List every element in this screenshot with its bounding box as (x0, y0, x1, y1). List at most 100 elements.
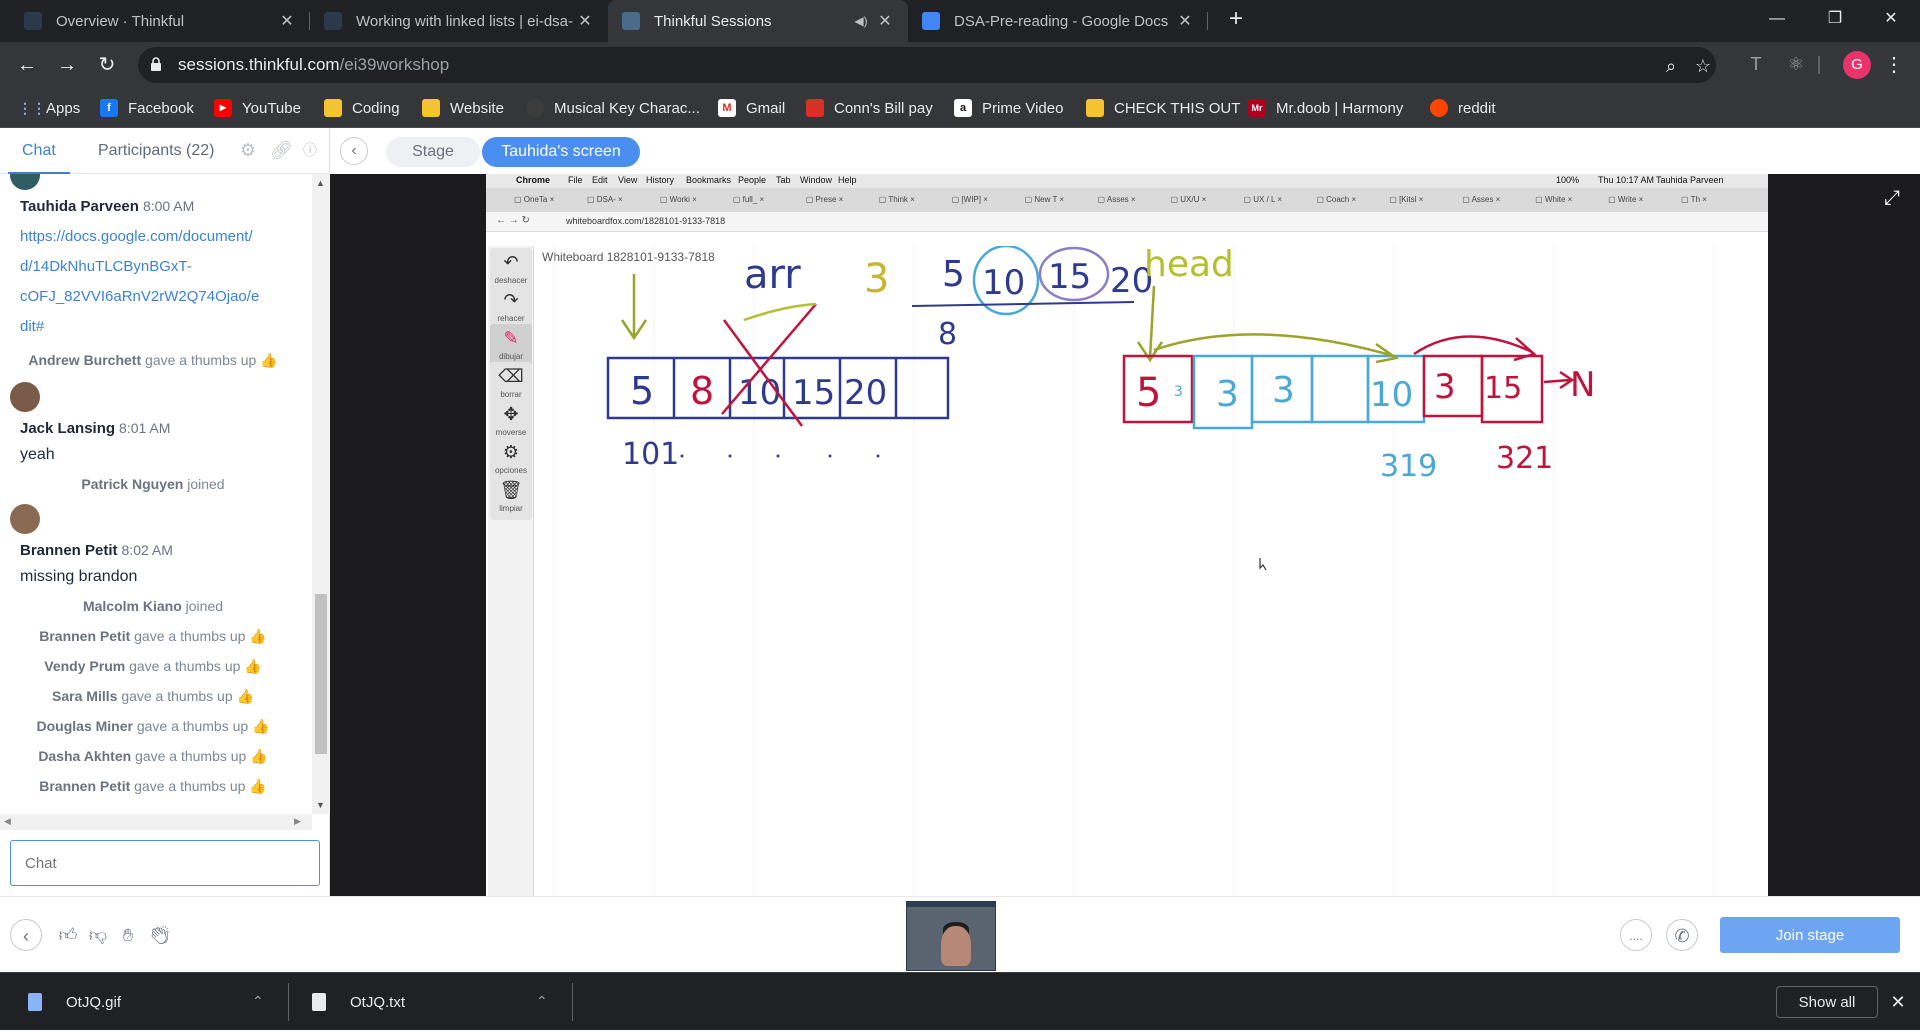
applause-icon[interactable]: 👏︎ (144, 919, 176, 951)
address-bar[interactable]: sessions.thinkful.com/ei39workshop ⌕ ☆ (138, 47, 1716, 83)
join-stage-button[interactable]: Join stage (1720, 917, 1900, 953)
scroll-up-icon[interactable]: ▲ (316, 178, 325, 188)
minimize-window-icon[interactable]: — (1748, 0, 1806, 38)
hw-value-10: 10 (982, 263, 1025, 303)
remote-tab: ▢ Think × (878, 195, 915, 204)
close-tab-icon[interactable]: ✕ (1176, 11, 1194, 31)
fullscreen-expand-icon[interactable]: ⤢ (1880, 186, 1904, 210)
profile-avatar[interactable]: G (1843, 51, 1871, 79)
chat-horizontal-scrollbar[interactable]: ◀ ▶ (0, 814, 312, 830)
bookmark-mrdoob-harmony[interactable]: Mr Mr.doob | Harmony (1248, 88, 1403, 128)
back-arrow-icon[interactable]: ← (12, 50, 42, 80)
react-extension-icon[interactable]: ⚛ (1784, 52, 1808, 76)
bookmark-apps[interactable]: ⋮⋮ Apps (18, 88, 80, 128)
chat-event: Brannen Petit gave a thumbs up 👍 (39, 778, 267, 794)
hw-value-5: 5 (942, 254, 965, 295)
menu-chrome: Chrome (516, 175, 551, 185)
thinkful-extension-icon[interactable]: T (1744, 52, 1768, 76)
browser-tab-linked-lists[interactable]: Working with linked lists | ei-dsa- ✕ (310, 0, 608, 42)
hw-array-cell-0: 5 (630, 369, 654, 413)
stage-tab-button[interactable]: Stage (386, 137, 480, 167)
scroll-down-icon[interactable]: ▼ (316, 800, 325, 810)
menu-window: Window (800, 175, 833, 185)
bookmark-musical-key[interactable]: Musical Key Charac... (526, 88, 700, 128)
close-tab-icon[interactable]: ✕ (576, 11, 594, 31)
zoom-magnifier-icon[interactable]: ⌕ (1660, 55, 1682, 77)
gear-icon: ⚙ (502, 442, 520, 462)
bookmark-check-this-out[interactable]: CHECK THIS OUT (1086, 88, 1240, 128)
bookmark-star-icon[interactable]: ☆ (1692, 55, 1714, 77)
chat-event: Vendy Prum gave a thumbs up 👍 (44, 658, 262, 674)
remote-address-bar: ← → ↻ whiteboardfox.com/1828101-9133-781… (486, 212, 1768, 232)
amazon-icon: a (954, 99, 972, 117)
tab-participants[interactable]: Participants (22) (98, 128, 215, 174)
download-item-gif[interactable]: OtJQ.gif ⌃ (28, 973, 268, 1031)
chevron-up-icon[interactable]: ⌃ (536, 993, 548, 1010)
scrollbar-thumb[interactable] (315, 594, 327, 754)
chevron-left-icon[interactable]: ‹ (10, 919, 42, 951)
presenter-video-thumbnail[interactable] (906, 901, 996, 971)
remote-tab-strip: ▢ OneTa × ▢ DSA- × ▢ Worki × ▢ full_ × ▢ Pre… (486, 188, 1768, 212)
gear-icon[interactable]: ⚙ (238, 140, 258, 160)
chat-tabs: Chat Participants (22) ⚙ 🔗︎ ⓘ (0, 128, 330, 174)
browser-tab-google-docs[interactable]: DSA-Pre-reading - Google Docs ✕ (908, 0, 1208, 42)
thumbs-up-icon[interactable]: 👍︎ (52, 919, 84, 951)
download-item-txt[interactable]: OtJQ.txt ⌃ (312, 973, 552, 1031)
apps-grid-icon: ⋮⋮ (18, 100, 46, 116)
bookmark-prime-video[interactable]: a Prime Video (954, 88, 1063, 128)
close-icon[interactable]: ✕ (1886, 986, 1910, 1018)
thumbs-down-icon[interactable]: 👎︎ (82, 919, 114, 951)
bookmark-conns-bill-pay[interactable]: Conn's Bill pay (806, 88, 933, 128)
bookmark-reddit[interactable]: reddit (1430, 88, 1496, 128)
chevron-left-icon[interactable]: ‹ (340, 137, 368, 165)
hw-node-head-value: 5 (1136, 370, 1161, 416)
bookmark-coding[interactable]: Coding (324, 88, 400, 128)
close-tab-icon[interactable]: ✕ (876, 11, 894, 31)
hw-addr-b: 321 (1496, 441, 1553, 476)
raise-hand-icon[interactable]: ✋︎ (112, 919, 144, 951)
remote-tab: ▢ Asses × (1097, 195, 1136, 204)
clear-tool-button[interactable]: 🗑︎ limpiar (490, 476, 532, 520)
message-link[interactable]: https://docs.google.com/document/ d/14Dk… (20, 222, 280, 342)
link-icon[interactable]: 🔗︎ (270, 140, 293, 160)
pencil-icon: ✎ (503, 328, 519, 348)
show-all-downloads-button[interactable]: Show all (1776, 986, 1878, 1018)
hw-value-15: 15 (1048, 257, 1091, 297)
avatar (10, 174, 40, 190)
reload-icon[interactable]: ↻ (92, 50, 122, 80)
scroll-left-icon[interactable]: ◀ (4, 816, 11, 827)
remote-nav-arrows-icon: ← → ↻ (496, 215, 530, 226)
browser-tab-thinkful-sessions[interactable]: Thinkful Sessions ◀) ✕ (608, 0, 908, 42)
close-tab-icon[interactable]: ✕ (278, 11, 296, 31)
chat-vertical-scrollbar[interactable]: ▲ ▼ (312, 174, 330, 814)
browser-tab-overview[interactable]: Overview · Thinkful ✕ (10, 0, 310, 42)
new-tab-button[interactable]: + (1222, 6, 1250, 34)
bookmark-facebook[interactable]: f Facebook (100, 88, 194, 128)
phone-icon[interactable]: ✆ (1666, 919, 1698, 951)
scroll-right-icon[interactable]: ▶ (294, 816, 301, 827)
chat-input[interactable] (10, 840, 320, 886)
close-window-icon[interactable]: ✕ (1862, 0, 1920, 38)
more-options-button[interactable]: .... (1620, 919, 1652, 951)
tab-chat[interactable]: Chat (8, 128, 70, 174)
reddit-icon (1430, 99, 1448, 117)
mac-menu-bar: Chrome File Edit View History Bookmarks … (486, 174, 1768, 188)
bookmark-youtube[interactable]: ▶ YouTube (214, 88, 301, 128)
restore-window-icon[interactable]: ❐ (1806, 0, 1864, 38)
avatar (10, 382, 40, 412)
youtube-icon: ▶ (214, 99, 232, 117)
browser-menu-icon[interactable]: ⋮ (1884, 50, 1904, 80)
forward-arrow-icon[interactable]: → (52, 50, 82, 80)
chat-event: Andrew Burchett gave a thumbs up 👍 (28, 352, 278, 368)
remote-tab: ▢ Asses × (1462, 195, 1501, 204)
bookmark-gmail[interactable]: M Gmail (718, 88, 785, 128)
bookmark-website[interactable]: Website (422, 88, 504, 128)
menu-file: File (568, 175, 583, 185)
shared-screen-tab-button[interactable]: Tauhida's screen (482, 137, 640, 167)
mrdoob-icon: Mr (1248, 99, 1266, 117)
chevron-up-icon[interactable]: ⌃ (252, 993, 264, 1010)
help-icon[interactable]: ⓘ (300, 140, 320, 160)
whiteboard-canvas[interactable]: arr 3 5 10 15 20 8 head 5 8 10 15 20 101… (534, 246, 1768, 896)
chat-event: Douglas Miner gave a thumbs up 👍 (36, 718, 270, 734)
hw-node-10-value: 10 (1370, 375, 1413, 415)
